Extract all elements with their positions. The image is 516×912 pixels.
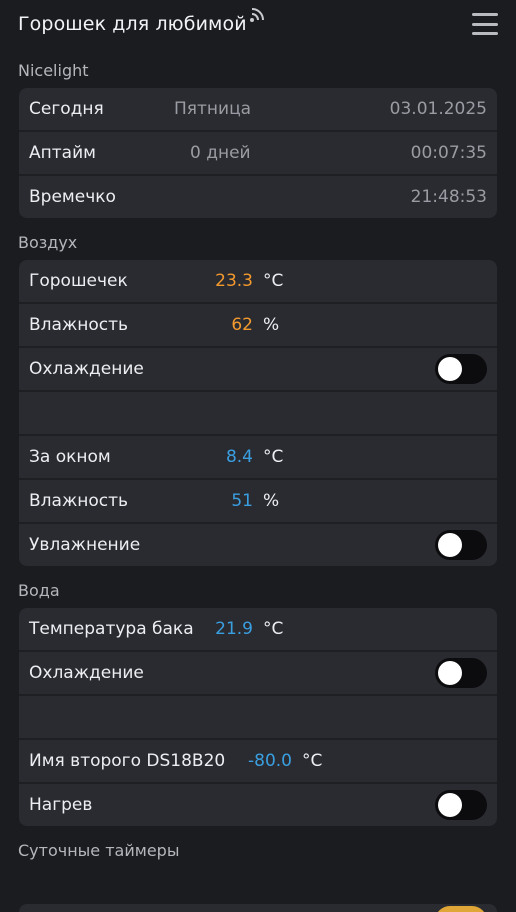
wifi-icon (249, 8, 264, 22)
outside-hum-unit: % (263, 491, 280, 511)
uptime-label: Аптайм (29, 143, 96, 163)
toggle-knob (438, 793, 462, 817)
card-air: Горошечек 23.3 °C Влажность 62 % Охлажде… (19, 260, 497, 566)
today-date: 03.01.2025 (389, 99, 487, 119)
water-cooling-label: Охлаждение (29, 663, 144, 683)
inside-temp-unit: °C (263, 271, 284, 291)
row-air-cooling: Охлаждение (19, 346, 497, 390)
inside-temp-value: 23.3 (215, 271, 253, 291)
title-wrap: Горошек для любимой (18, 8, 267, 35)
inside-hum-label: Влажность (29, 315, 129, 335)
section-title-nicelight: Nicelight (18, 61, 89, 80)
section-title-air: Воздух (18, 233, 78, 252)
app-root: Горошек для любимой Nicelight Сегодня Пя… (0, 0, 516, 912)
inside-label: Горошечек (29, 271, 128, 291)
tank-temp-value: 21.9 (215, 619, 253, 639)
time-label: Времечко (29, 187, 116, 207)
second-sensor-unit: °C (302, 751, 323, 771)
row-inside-temp: Горошечек 23.3 °C (19, 260, 497, 302)
toggle-knob (438, 533, 462, 557)
section-title-water: Вода (18, 581, 60, 600)
heating-label: Нагрев (29, 795, 93, 815)
time-value: 21:48:53 (410, 187, 487, 207)
row-outside-hum: Влажность 51 % (19, 478, 497, 522)
outside-hum-label: Влажность (29, 491, 129, 511)
row-humidify: Увлажнение (19, 522, 497, 566)
card-water: Температура бака 21.9 °C Охлаждение Имя … (19, 608, 497, 826)
card-timers (19, 904, 497, 912)
outside-hum-value: 51 (231, 491, 253, 511)
row-today: Сегодня Пятница 03.01.2025 (19, 88, 497, 130)
app-title: Горошек для любимой (18, 13, 247, 35)
row-outside-temp: За окном 8.4 °C (19, 434, 497, 478)
row-heating: Нагрев (19, 782, 497, 826)
outside-temp-value: 8.4 (225, 447, 253, 467)
section-title-timers: Суточные таймеры (18, 841, 180, 860)
card-nicelight: Сегодня Пятница 03.01.2025 Аптайм 0 дней… (19, 88, 497, 218)
timer-toggle[interactable] (435, 906, 487, 912)
outside-label: За окном (29, 447, 111, 467)
humidify-label: Увлажнение (29, 535, 141, 555)
toggle-knob (438, 661, 462, 685)
second-sensor-label: Имя второго DS18B20 (29, 751, 226, 771)
air-cooling-label: Охлаждение (29, 359, 144, 379)
row-water-cooling: Охлаждение (19, 650, 497, 694)
row-spacer (19, 390, 497, 434)
air-cooling-toggle[interactable] (435, 354, 487, 384)
outside-temp-unit: °C (263, 447, 284, 467)
row-uptime: Аптайм 0 дней 00:07:35 (19, 130, 497, 174)
row-inside-hum: Влажность 62 % (19, 302, 497, 346)
humidify-toggle[interactable] (435, 530, 487, 560)
uptime-time: 00:07:35 (410, 143, 487, 163)
second-sensor-value: -80.0 (248, 751, 292, 771)
inside-hum-value: 62 (231, 315, 253, 335)
water-cooling-toggle[interactable] (435, 658, 487, 688)
today-day: Пятница (174, 99, 252, 119)
header: Горошек для любимой (0, 0, 516, 48)
tank-label: Температура бака (29, 619, 194, 639)
row-spacer (19, 694, 497, 738)
menu-icon[interactable] (472, 13, 498, 35)
row-second-sensor: Имя второго DS18B20 -80.0 °C (19, 738, 497, 782)
tank-temp-unit: °C (263, 619, 284, 639)
inside-hum-unit: % (263, 315, 280, 335)
toggle-knob (438, 357, 462, 381)
today-label: Сегодня (29, 99, 104, 119)
row-tank-temp: Температура бака 21.9 °C (19, 608, 497, 650)
uptime-days: 0 дней (190, 143, 251, 163)
heating-toggle[interactable] (435, 790, 487, 820)
row-time: Времечко 21:48:53 (19, 174, 497, 218)
